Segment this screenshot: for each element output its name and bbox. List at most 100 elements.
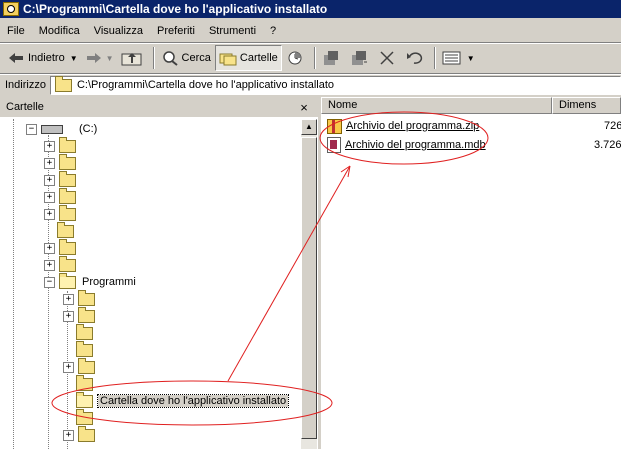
tree-node-folder[interactable]: + bbox=[63, 357, 95, 375]
folders-button[interactable]: Cartelle bbox=[214, 45, 282, 71]
explorer-icon bbox=[3, 2, 19, 16]
folder-icon bbox=[54, 75, 72, 92]
file-name[interactable]: Archivio del programma.zip bbox=[346, 120, 479, 132]
expand-icon[interactable]: + bbox=[63, 429, 74, 441]
tree-node-folder[interactable] bbox=[76, 340, 93, 358]
history-icon bbox=[286, 50, 304, 66]
tree-node-folder[interactable]: + bbox=[44, 255, 76, 273]
expand-icon[interactable]: + bbox=[44, 140, 55, 152]
scrollbar-thumb[interactable] bbox=[301, 137, 317, 439]
folder-icon bbox=[59, 153, 76, 170]
tree-node-folder[interactable]: + bbox=[44, 238, 76, 256]
address-label: Indirizzo bbox=[5, 79, 46, 91]
folder-icon bbox=[76, 340, 93, 357]
back-arrow-icon bbox=[7, 50, 25, 66]
search-label: Cerca bbox=[181, 52, 211, 64]
selected-folder-label: Cartella dove ho l'applicativo installat… bbox=[96, 394, 290, 408]
up-folder-button[interactable] bbox=[118, 46, 149, 70]
delete-x-icon bbox=[378, 50, 396, 66]
back-label: Indietro bbox=[28, 52, 65, 64]
copy-to-icon bbox=[350, 50, 368, 66]
file-row[interactable]: Archivio del programma.zip 726 bbox=[321, 118, 621, 134]
folder-icon bbox=[78, 306, 95, 323]
close-icon[interactable]: × bbox=[296, 100, 312, 115]
drive-label: (C:) bbox=[79, 123, 98, 135]
menu-preferiti[interactable]: Preferiti bbox=[150, 25, 202, 37]
toolbar: Indietro ▼ ▼ Cerca Cartelle ▼ bbox=[0, 44, 621, 72]
move-to-button[interactable] bbox=[319, 46, 346, 70]
expand-icon[interactable]: + bbox=[63, 310, 74, 322]
title-bar: C:\Programmi\Cartella dove ho l'applicat… bbox=[0, 0, 621, 18]
folder-icon bbox=[59, 187, 76, 204]
tree-node-folder[interactable]: + bbox=[63, 289, 95, 307]
access-db-icon bbox=[327, 137, 341, 153]
menu-bar: File Modifica Visualizza Preferiti Strum… bbox=[0, 20, 621, 42]
tree-node-folder[interactable]: + bbox=[63, 425, 95, 443]
open-folder-icon bbox=[76, 391, 93, 408]
expand-icon[interactable]: + bbox=[44, 208, 55, 220]
forward-dropdown-icon[interactable]: ▼ bbox=[106, 54, 114, 63]
expand-icon[interactable]: + bbox=[63, 293, 74, 305]
expand-icon[interactable]: + bbox=[44, 157, 55, 169]
address-bar: Indirizzo C:\Programmi\Cartella dove ho … bbox=[0, 75, 621, 95]
tree-node-folder[interactable] bbox=[76, 323, 93, 341]
collapse-icon[interactable]: − bbox=[26, 123, 37, 135]
up-folder-icon bbox=[121, 50, 143, 66]
column-header-name[interactable]: Nome bbox=[321, 97, 552, 114]
undo-icon bbox=[406, 50, 424, 66]
delete-button[interactable] bbox=[375, 46, 402, 70]
search-button[interactable]: Cerca bbox=[158, 46, 214, 70]
file-name[interactable]: Archivio del programma.mdb bbox=[345, 139, 486, 151]
folder-icon bbox=[59, 255, 76, 272]
expand-icon[interactable]: + bbox=[44, 191, 55, 203]
tree-node-folder[interactable]: + bbox=[44, 187, 76, 205]
back-button[interactable]: Indietro ▼ bbox=[4, 46, 81, 70]
address-field[interactable]: C:\Programmi\Cartella dove ho l'applicat… bbox=[49, 75, 621, 95]
menu-help[interactable]: ? bbox=[263, 25, 283, 37]
expand-icon[interactable]: + bbox=[44, 174, 55, 186]
forward-button[interactable]: ▼ bbox=[82, 46, 117, 70]
expand-icon[interactable]: + bbox=[44, 259, 55, 271]
expand-icon[interactable]: + bbox=[63, 361, 74, 373]
tree-node-folder[interactable] bbox=[57, 221, 74, 239]
menu-visualizza[interactable]: Visualizza bbox=[87, 25, 150, 37]
file-row[interactable]: Archivio del programma.mdb 3.726 bbox=[321, 137, 621, 153]
file-size: 726 bbox=[604, 120, 621, 132]
tree-node-programmi[interactable]: − Programmi bbox=[44, 272, 136, 290]
toolbar-separator bbox=[433, 47, 436, 69]
toolbar-separator bbox=[152, 47, 155, 69]
collapse-icon[interactable]: − bbox=[44, 276, 55, 288]
tree-node-folder[interactable] bbox=[76, 408, 93, 426]
forward-arrow-icon bbox=[85, 50, 103, 66]
undo-button[interactable] bbox=[403, 46, 430, 70]
copy-to-button[interactable] bbox=[347, 46, 374, 70]
tree-node-drive-c[interactable]: − (C:) bbox=[26, 121, 97, 137]
zip-icon bbox=[327, 118, 342, 134]
folder-icon bbox=[78, 357, 95, 374]
tree-node-folder[interactable]: + bbox=[44, 170, 76, 188]
expand-icon[interactable]: + bbox=[44, 242, 55, 254]
tree-node-folder[interactable] bbox=[76, 374, 93, 392]
menu-file[interactable]: File bbox=[0, 25, 32, 37]
views-dropdown-icon[interactable]: ▼ bbox=[467, 54, 475, 63]
file-size: 3.726 bbox=[594, 139, 621, 151]
back-dropdown-icon[interactable]: ▼ bbox=[70, 54, 78, 63]
menu-modifica[interactable]: Modifica bbox=[32, 25, 87, 37]
scroll-up-icon[interactable]: ▲ bbox=[301, 119, 317, 135]
column-header-size[interactable]: Dimens bbox=[552, 97, 621, 114]
tree-node-folder[interactable]: + bbox=[63, 306, 95, 324]
history-button[interactable] bbox=[283, 46, 310, 70]
toolbar-separator bbox=[313, 47, 316, 69]
folders-icon bbox=[219, 50, 237, 66]
menu-strumenti[interactable]: Strumenti bbox=[202, 25, 263, 37]
tree-node-selected-folder[interactable]: Cartella dove ho l'applicativo installat… bbox=[76, 391, 290, 409]
address-value: C:\Programmi\Cartella dove ho l'applicat… bbox=[76, 79, 335, 91]
tree-node-folder[interactable]: + bbox=[44, 136, 76, 154]
folders-scrollbar[interactable]: ▲ bbox=[301, 119, 317, 449]
tree-node-folder[interactable]: + bbox=[44, 153, 76, 171]
tree-node-folder[interactable]: + bbox=[44, 204, 76, 222]
views-button[interactable]: ▼ bbox=[439, 46, 478, 70]
folders-label: Cartelle bbox=[239, 52, 278, 64]
move-to-icon bbox=[322, 50, 340, 66]
folder-tree: − (C:) + + + + + + + − Programmi + + + C… bbox=[0, 119, 300, 449]
